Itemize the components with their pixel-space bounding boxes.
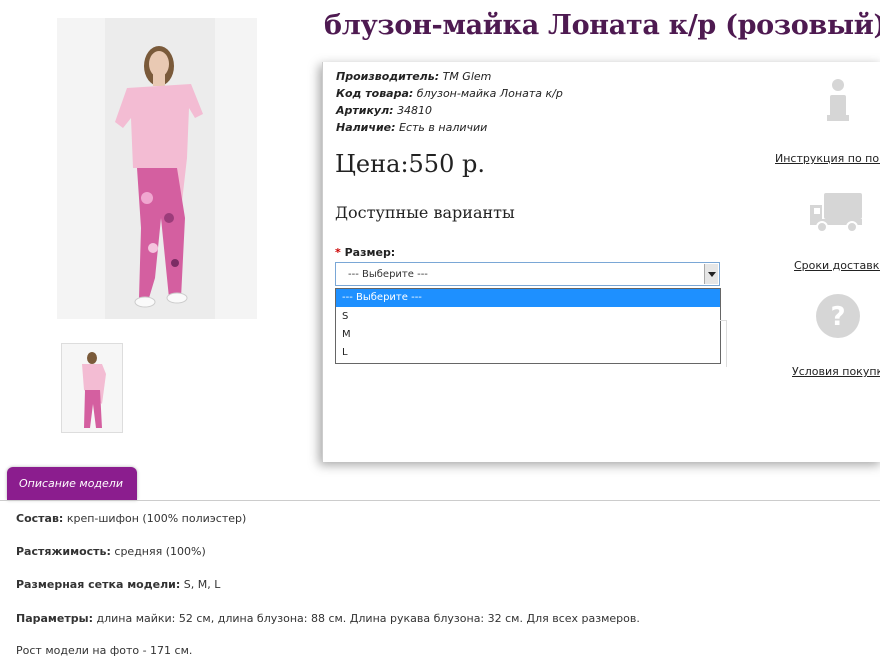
tab-divider <box>0 500 880 501</box>
required-mark: * <box>335 246 341 259</box>
manufacturer-value: TM Glem <box>442 70 492 83</box>
model-figure <box>115 46 203 308</box>
question-icon[interactable]: ? <box>808 292 868 342</box>
size-option-l[interactable]: L <box>336 344 720 362</box>
product-price: Цена:550 р. <box>335 150 485 178</box>
size-select[interactable]: --- Выберите --- <box>335 262 720 286</box>
sku-value: 34810 <box>397 104 433 117</box>
sku-row: Артикул: 34810 <box>336 104 433 117</box>
instruction-link[interactable]: Инструкция по покупке <box>775 152 880 165</box>
size-option-m[interactable]: M <box>336 326 720 344</box>
tab-description[interactable]: Описание модели <box>7 467 137 500</box>
size-label: * Размер: <box>335 246 396 259</box>
stock-row: Наличие: Есть в наличии <box>336 121 488 134</box>
info-icon[interactable] <box>808 75 868 125</box>
terms-link[interactable]: Условия покупки <box>792 365 880 378</box>
stock-value: Есть в наличии <box>399 121 488 134</box>
thumbnail-figure <box>82 352 106 428</box>
product-thumbnail[interactable] <box>61 343 123 433</box>
params-row: Параметры: длина майки: 52 см, длина блу… <box>16 612 640 625</box>
model-height-row: Рост модели на фото - 171 см. <box>16 644 193 657</box>
svg-text:?: ? <box>830 302 845 332</box>
size-option[interactable]: --- Выберите --- <box>336 289 720 307</box>
delivery-link[interactable]: Сроки доставки <box>794 259 880 272</box>
product-main-image[interactable] <box>57 18 257 319</box>
stretch-row: Растяжимость: средняя (100%) <box>16 545 206 558</box>
size-select-value: --- Выберите --- <box>348 269 428 280</box>
hidden-box-edge <box>720 320 727 367</box>
truck-icon[interactable] <box>808 187 868 237</box>
chevron-down-icon[interactable] <box>704 264 718 284</box>
size-option-s[interactable]: S <box>336 308 720 326</box>
code-value: блузон-майка Лоната к/р <box>416 87 563 100</box>
sizes-row: Размерная сетка модели: S, M, L <box>16 578 221 591</box>
manufacturer-row: Производитель: TM Glem <box>336 70 492 83</box>
tab-description-label: Описание модели <box>19 477 123 490</box>
product-title: блузон-майка Лоната к/р (розовый) <box>324 10 880 41</box>
code-row: Код товара: блузон-майка Лоната к/р <box>336 87 563 100</box>
variants-heading: Доступные варианты <box>335 203 515 222</box>
size-dropdown-list: --- Выберите --- S M L <box>335 288 721 364</box>
product-meta: Производитель: TM Glem Код товара: блузо… <box>336 68 563 136</box>
composition-row: Состав: креп-шифон (100% полиэстер) <box>16 512 247 525</box>
